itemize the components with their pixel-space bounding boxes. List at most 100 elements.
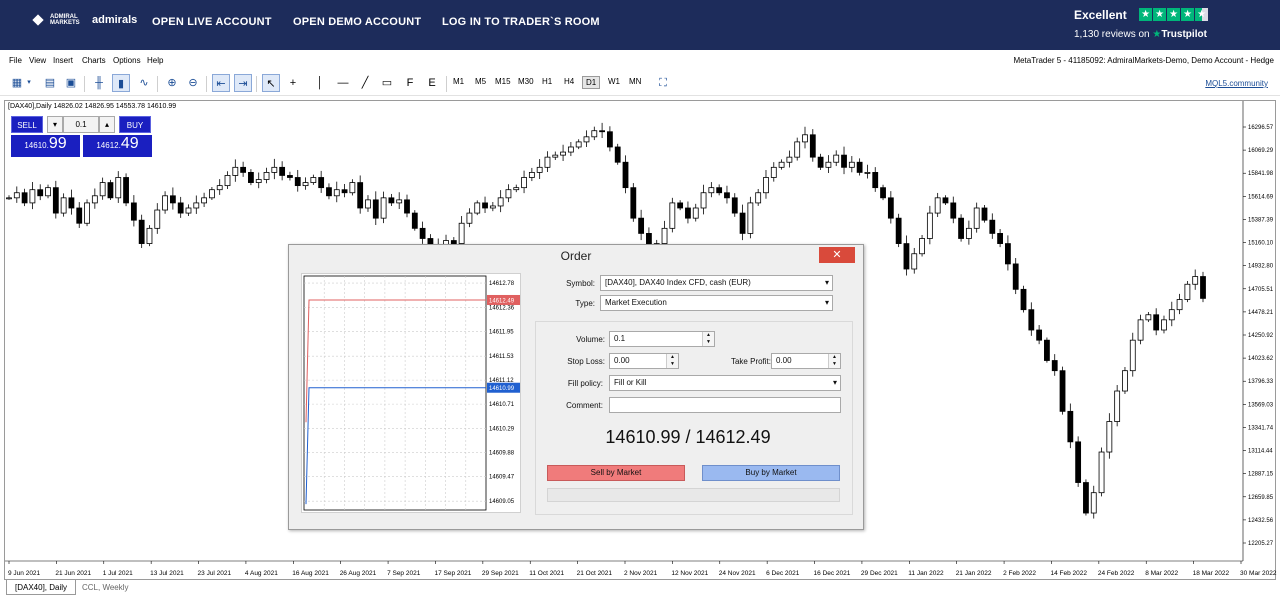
menu-options[interactable]: Options	[113, 56, 141, 65]
volume-decrease-button[interactable]: ▾	[47, 116, 63, 133]
cursor-icon[interactable]: ↖	[262, 74, 280, 92]
sell-by-market-button[interactable]: Sell by Market	[547, 465, 685, 481]
close-dialog-button[interactable]: ✕	[819, 247, 855, 263]
volume-spinner-icon[interactable]: ▲ ▼	[702, 332, 714, 346]
bearish-candle	[677, 202, 684, 209]
one-click-buy-button[interactable]: BUY	[119, 116, 151, 133]
type-select[interactable]: Market Execution ▾	[600, 295, 833, 311]
mql5-community-link[interactable]: MQL5.community	[1205, 79, 1268, 88]
price-tick-label: 12659.85	[1248, 495, 1274, 501]
trendline-icon[interactable]: ╱	[356, 74, 374, 92]
line-chart-icon[interactable]: ∿	[135, 74, 153, 92]
chart-header: [DAX40],Daily 14826.02 14826.95 14553.78…	[8, 103, 177, 110]
bullish-candle	[185, 207, 192, 214]
bullish-candle	[6, 197, 12, 200]
open-live-account-link[interactable]: OPEN LIVE ACCOUNT	[152, 16, 272, 28]
bullish-candle	[1192, 276, 1199, 285]
bullish-candle	[833, 154, 840, 163]
volume-input[interactable]: 0.1 ▲ ▼	[609, 331, 715, 347]
star-icon: ★	[1167, 8, 1181, 22]
trustpilot-widget[interactable]: Excellent ★ ★ ★ ★ ★ 1,130 reviews on ★Tr…	[1074, 6, 1209, 40]
stop-loss-spinner-icon[interactable]: ▲ ▼	[666, 354, 678, 368]
price-tick-label: 13569.03	[1248, 402, 1274, 408]
bearish-candle	[294, 177, 301, 187]
bullish-candle	[271, 166, 278, 173]
menu-insert[interactable]: Insert	[53, 56, 73, 65]
tab-ccl-weekly[interactable]: CCL, Weekly	[74, 580, 137, 595]
bearish-candle	[1005, 243, 1011, 265]
buy-by-market-button[interactable]: Buy by Market	[702, 465, 840, 481]
timeframe-m30[interactable]: M30	[515, 76, 537, 87]
date-tick-label: 29 Sep 2021	[482, 570, 519, 577]
shapes-icon[interactable]: E	[423, 74, 441, 92]
bar-chart-icon[interactable]: ╫	[90, 74, 108, 92]
symbol-select[interactable]: [DAX40], DAX40 Index CFD, cash (EUR) ▾	[600, 275, 833, 291]
timeframe-h4[interactable]: H4	[561, 76, 577, 87]
price-tick-label: 12205.27	[1248, 541, 1274, 547]
bullish-candle	[919, 238, 925, 255]
bullish-candle	[396, 199, 403, 204]
vertical-line-icon[interactable]: │	[311, 74, 329, 92]
bullish-candle	[536, 166, 543, 173]
zoom-out-icon[interactable]: ⊖	[184, 74, 202, 92]
profiles-icon[interactable]: ▣	[62, 74, 80, 92]
timeframe-h1[interactable]: H1	[539, 76, 555, 87]
bullish-candle	[255, 179, 262, 183]
traders-room-login-link[interactable]: LOG IN TO TRADER`S ROOM	[442, 16, 600, 28]
menu-view[interactable]: View	[29, 56, 46, 65]
bullish-candle	[965, 227, 972, 239]
candlestick-chart-icon[interactable]: ▮	[112, 74, 130, 92]
sell-price-display[interactable]: 14610.99	[11, 135, 80, 157]
date-tick-label: 24 Nov 2021	[719, 570, 756, 577]
zoom-in-icon[interactable]: ⊕	[163, 74, 181, 92]
bearish-candle	[614, 146, 621, 163]
timeframe-m5[interactable]: M5	[472, 76, 489, 87]
bullish-candle	[560, 151, 566, 156]
bullish-candle	[162, 195, 168, 211]
bearish-candle	[1059, 370, 1066, 412]
crosshair-icon[interactable]: +	[284, 74, 302, 92]
symbol-value: [DAX40], DAX40 Index CFD, cash (EUR)	[605, 278, 751, 287]
trustpilot-reviews: 1,130 reviews on	[1074, 29, 1150, 40]
open-data-folder-icon[interactable]: ▤	[41, 74, 59, 92]
bullish-candle	[544, 156, 551, 168]
timeframe-w1[interactable]: W1	[605, 76, 623, 87]
take-profit-input[interactable]: 0.00 ▲ ▼	[771, 353, 841, 369]
menu-help[interactable]: Help	[147, 56, 163, 65]
timeframe-m1[interactable]: M1	[450, 76, 467, 87]
timeframe-mn[interactable]: MN	[626, 76, 644, 87]
one-click-volume-input[interactable]: 0.1	[63, 116, 99, 133]
bullish-candle	[778, 161, 785, 168]
price-tick-label: 12887.15	[1248, 472, 1274, 478]
one-click-sell-button[interactable]: SELL	[11, 116, 43, 133]
open-demo-account-link[interactable]: OPEN DEMO ACCOUNT	[293, 16, 421, 28]
price-tick-label: 14705.51	[1248, 287, 1274, 293]
date-tick-label: 2 Feb 2022	[1003, 570, 1036, 577]
timeframe-m15[interactable]: M15	[492, 76, 514, 87]
comment-input[interactable]	[609, 397, 841, 413]
bearish-candle	[599, 130, 605, 133]
equidistant-channel-icon[interactable]: ▭	[378, 74, 396, 92]
chart-shift-icon[interactable]: ⇥	[234, 74, 252, 92]
timeframe-d1[interactable]: D1	[582, 76, 601, 89]
chevron-down-icon: ▾	[824, 278, 829, 287]
menu-file[interactable]: File	[9, 56, 22, 65]
menu-charts[interactable]: Charts	[82, 56, 106, 65]
volume-increase-button[interactable]: ▴	[99, 116, 115, 133]
text-label-icon[interactable]: F	[401, 74, 419, 92]
autoscroll-icon[interactable]: ⇤	[212, 74, 230, 92]
buy-price-display[interactable]: 14612.49	[83, 135, 152, 157]
bullish-candle	[528, 172, 535, 178]
star-icon: ★	[1153, 8, 1167, 22]
admirals-logo[interactable]: ADMIRAL MARKETS admirals	[32, 14, 137, 26]
bullish-candle	[333, 189, 340, 197]
bearish-candle	[685, 207, 691, 219]
fullscreen-icon[interactable]: ⛶	[654, 74, 672, 92]
new-chart-dropdown-icon[interactable]: ▾	[24, 74, 34, 92]
stop-loss-input[interactable]: 0.00 ▲ ▼	[609, 353, 679, 369]
tab-dax40-daily[interactable]: [DAX40], Daily	[6, 580, 77, 595]
date-tick-label: 24 Feb 2022	[1098, 570, 1135, 577]
fill-policy-select[interactable]: Fill or Kill ▾	[609, 375, 841, 391]
horizontal-line-icon[interactable]: —	[334, 74, 352, 92]
take-profit-spinner-icon[interactable]: ▲ ▼	[828, 354, 840, 368]
